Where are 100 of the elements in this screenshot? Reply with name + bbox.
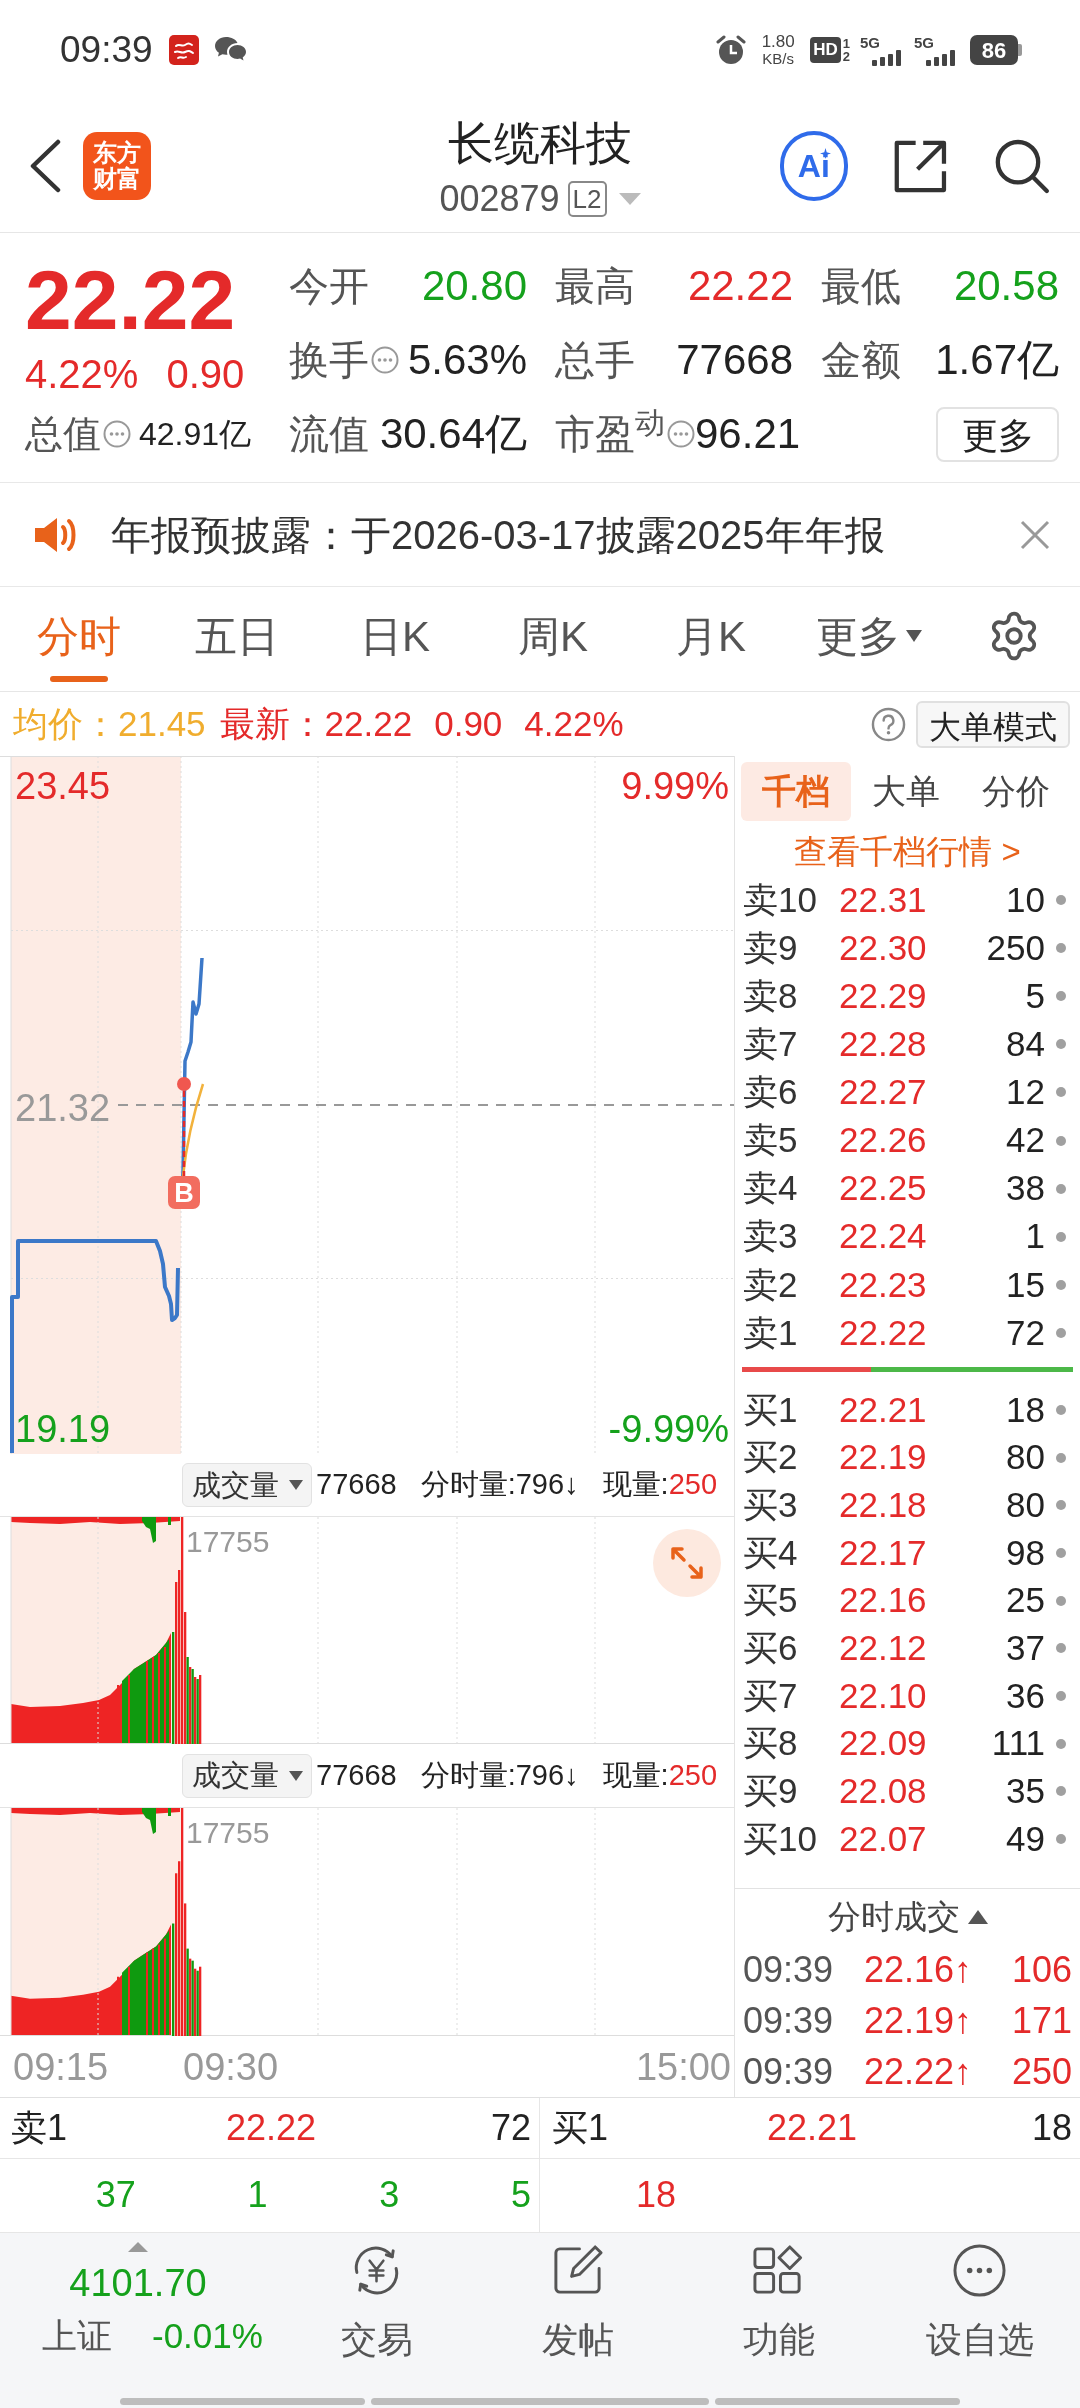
back-icon[interactable] [28,139,62,193]
order-book-tab[interactable]: 分价 [961,762,1071,821]
trade-price: 22.19↑ [863,1998,972,2043]
index-name: 上证 [42,2314,112,2357]
large-order-mode-button[interactable]: 大单模式 [916,700,1070,748]
axis-price-label: 23.45 [15,765,111,807]
level-volume: 111 [991,1722,1045,1765]
level-price: 22.17 [839,1531,927,1574]
level-price: 22.10 [839,1674,927,1717]
signal-dot-icon [177,1077,191,1091]
nav-button[interactable]: 功能 [678,2233,879,2395]
level-price: 22.18 [839,1483,927,1526]
indicator-dropdown[interactable]: 成交量 [182,1753,312,1798]
latest-percent-text: 4.22% [524,702,624,745]
level-label: 买3 [743,1483,799,1526]
notice-text: 年报预披露：于2026-03-17披露2025年年报 [111,511,885,559]
dot-icon [1056,1595,1066,1606]
dot-icon [1056,943,1066,954]
time-axis-label: 09:15 [13,2046,109,2088]
chart-tab[interactable]: 五日 [158,587,316,691]
level-price: 22.07 [839,1817,927,1860]
level-price: 22.30 [839,926,927,969]
stat-value: 77668 [676,335,793,385]
level-volume: 36 [1006,1674,1045,1717]
dot-icon [1056,1834,1066,1845]
level-label: 买6 [743,1627,799,1670]
queue-price: 22.22 [225,2105,317,2150]
level-price: 22.08 [839,1770,927,1813]
dot-icon [1056,1690,1066,1701]
level-badge: L2 [567,181,607,217]
nav-button[interactable]: 设自选 [879,2233,1080,2395]
network-speed-value: 1.80 [761,33,795,51]
queued-order: 5 [509,2173,531,2218]
level-label: 卖4 [743,1167,799,1210]
more-button[interactable]: 更多 [936,406,1059,462]
queue-volume: 72 [490,2105,531,2150]
ellipsis-circle-icon[interactable] [371,346,399,374]
dot-icon [1056,1087,1066,1098]
level-price: 22.12 [839,1627,927,1670]
caret-down-icon [289,1480,303,1490]
chart-tab[interactable]: 日K [316,587,474,691]
search-icon[interactable] [994,137,1050,195]
ellipsis-circle-icon[interactable] [103,420,131,448]
level-volume: 80 [1006,1436,1045,1479]
trade-time: 09:39 [743,2049,834,2094]
stat-label: 最低 [821,263,901,310]
level-label: 卖6 [743,1071,799,1114]
stat-value: 96.21 [695,409,801,459]
trade-price: 22.22↑ [863,2049,972,2094]
stat-label: 市盈$^{动}$ [555,406,665,458]
latest-price-text: 最新：22.22 [219,702,413,745]
chart-tab[interactable]: 月K [632,587,790,691]
ellipsis-circle-icon[interactable] [667,420,695,448]
expand-icon[interactable] [653,1529,721,1597]
indicator-dropdown[interactable]: 成交量 [182,1463,312,1507]
index-change: -0.01% [152,2314,263,2357]
chart-tab[interactable]: 更多 [790,587,948,691]
network-speed-unit: KB/s [762,51,795,67]
caret-up-icon[interactable] [967,1909,988,1924]
trade-volume: 106 [1010,1948,1072,1993]
average-price-text: 均价：21.45 [13,702,206,745]
time-axis-label: 15:00 [635,2046,731,2088]
level-price: 22.25 [839,1167,927,1210]
stat-label: 金额 [821,337,901,384]
time-axis-label: 09:30 [183,2046,279,2088]
nav-button[interactable]: 交易 [276,2233,477,2395]
order-book-tab[interactable]: 大单 [851,762,961,821]
dot-icon [1056,1738,1066,1749]
change-percent: 4.22% [25,351,139,398]
level-volume: 80 [1006,1483,1045,1526]
stat-value: 1.67亿 [935,335,1059,385]
caret-down-icon [906,630,922,642]
close-icon[interactable] [1020,519,1050,550]
level-label: 卖10 [743,878,818,921]
level-volume: 5 [1025,975,1045,1017]
battery-indicator: 86 [970,35,1022,65]
stat-label: 流值 [289,411,369,458]
level-label: 买8 [743,1722,799,1765]
caret-down-icon[interactable] [618,193,641,205]
stat-value: 20.80 [421,261,527,311]
dot-icon [1056,991,1066,1002]
queued-order: 18 [634,2173,676,2218]
help-icon[interactable] [871,706,906,742]
axis-price-label: 21.32 [15,1086,111,1129]
ai-assistant-button[interactable]: Ai [780,131,848,201]
level-volume: 38 [1006,1167,1045,1210]
trade-time: 09:39 [743,1998,834,2043]
stat-label: 最高 [555,263,635,310]
trade-time: 09:39 [743,1948,834,1993]
stat-value: 5.63% [407,335,527,385]
level-price: 22.21 [839,1388,927,1431]
trade-volume: 171 [1010,1998,1072,2043]
total-volume: 77668 [316,1467,397,1503]
level-price: 22.09 [839,1722,927,1765]
level-price: 22.27 [839,1071,927,1114]
level-price: 22.31 [839,878,927,921]
level-price: 22.22 [839,1311,927,1354]
chart-tab[interactable]: 周K [474,587,632,691]
nav-button[interactable]: 发帖 [477,2233,678,2395]
queue-price: 22.21 [766,2105,858,2150]
